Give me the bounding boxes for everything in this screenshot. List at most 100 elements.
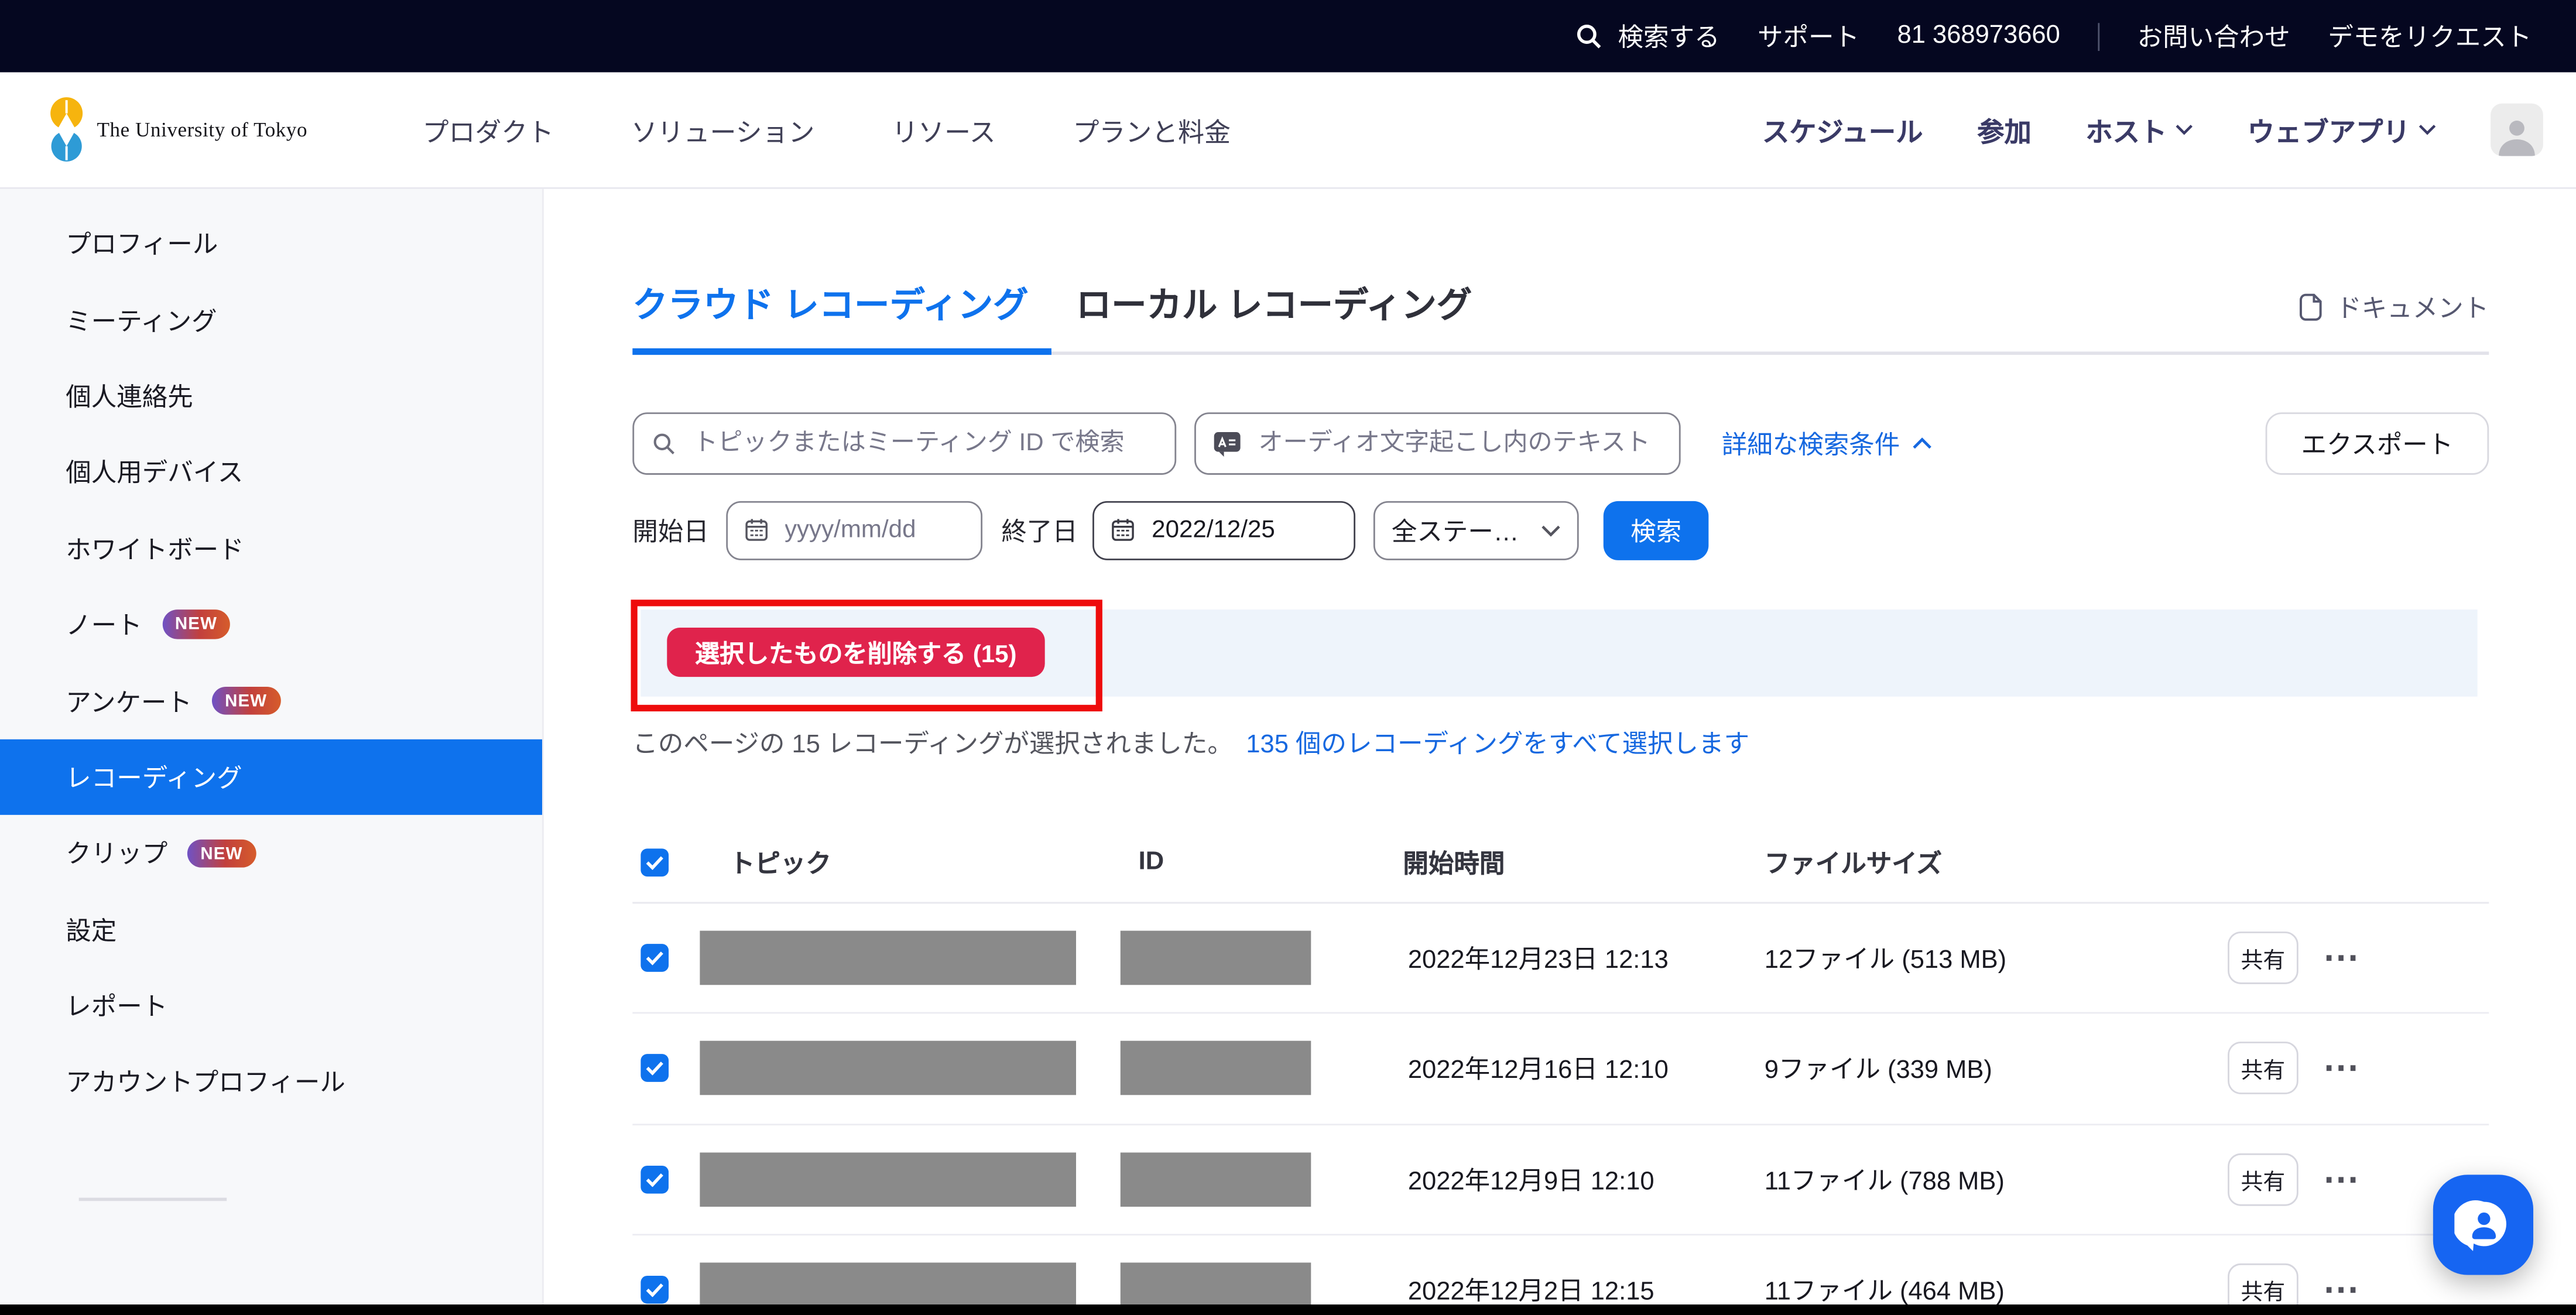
redacted-id xyxy=(1121,930,1311,985)
chevron-down-icon xyxy=(2419,123,2437,136)
file-size: 9ファイル (339 MB) xyxy=(1765,1050,1992,1087)
sidebar-item-contacts[interactable]: 個人連絡先 xyxy=(0,358,542,434)
zoom-web-portal: 検索する サポート 81 368973660 お問い合わせ デモをリクエスト T… xyxy=(0,0,2576,1315)
search-icon xyxy=(650,430,677,456)
topbar-divider xyxy=(2098,22,2099,50)
recordings-page: クラウド レコーディング ローカル レコーディング ドキュメント xyxy=(544,189,2576,1315)
sidebar-item-reports[interactable]: レポート xyxy=(0,968,542,1044)
topic-search-field[interactable] xyxy=(632,412,1176,474)
start-date-label: 開始日 xyxy=(632,512,709,548)
nav-resources[interactable]: リソース xyxy=(892,110,995,149)
support-link[interactable]: サポート xyxy=(1758,18,1859,54)
nav-join[interactable]: 参加 xyxy=(1977,110,2032,149)
recordings-table: トピック ID 開始時間 ファイルサイズ 2022年12月23日 12:13 1… xyxy=(632,822,2489,1315)
utokyo-ginkgo-icon xyxy=(49,95,84,165)
table-row: 2022年12月9日 12:10 11ファイル (788 MB) 共有 ⋯ xyxy=(632,1125,2489,1235)
more-options-icon[interactable]: ⋯ xyxy=(2323,1282,2359,1298)
transcript-search-input[interactable] xyxy=(1255,427,1663,458)
advanced-search-link[interactable]: 詳細な検索条件 xyxy=(1722,424,1931,461)
file-size: 11ファイル (464 MB) xyxy=(1765,1272,2005,1309)
nav-plans[interactable]: プランと料金 xyxy=(1073,110,1231,149)
status-dropdown[interactable]: 全ステータス xyxy=(1373,500,1579,559)
sidebar-item-account-profile[interactable]: アカウントプロフィール xyxy=(0,1044,542,1120)
share-button[interactable]: 共有 xyxy=(2228,1153,2298,1206)
export-button[interactable]: エクスポート xyxy=(2266,412,2489,474)
row-checkbox[interactable] xyxy=(640,1165,669,1193)
start-time: 2022年12月2日 12:15 xyxy=(1408,1272,1654,1309)
sidebar-item-settings[interactable]: 設定 xyxy=(0,891,542,967)
topic-search-input[interactable] xyxy=(690,427,1159,458)
start-time: 2022年12月23日 12:13 xyxy=(1408,939,1669,975)
nav-products[interactable]: プロダクト xyxy=(423,110,554,149)
sidebar-item-notes[interactable]: ノート NEW xyxy=(0,587,542,663)
end-date-field[interactable] xyxy=(1092,500,1355,559)
select-all-link[interactable]: 135 個のレコーディングをすべて選択します xyxy=(1246,724,1749,760)
sidebar-item-surveys[interactable]: アンケート NEW xyxy=(0,663,542,739)
more-options-icon[interactable]: ⋯ xyxy=(2323,1171,2359,1187)
sidebar-divider xyxy=(79,1198,227,1201)
documentation-link[interactable]: ドキュメント xyxy=(2298,289,2489,352)
nav-host-label: ホスト xyxy=(2085,110,2167,149)
row-checkbox[interactable] xyxy=(640,1276,669,1304)
tab-local-recordings[interactable]: ローカル レコーディング xyxy=(1076,278,1472,351)
redacted-topic xyxy=(700,1152,1076,1207)
search-icon xyxy=(1574,21,1604,51)
profile-avatar[interactable] xyxy=(2491,104,2543,156)
start-time: 2022年12月16日 12:10 xyxy=(1408,1050,1669,1087)
sidebar-item-profile[interactable]: プロフィール xyxy=(0,206,542,282)
main-navbar: The University of Tokyo プロダクト ソリューション リソ… xyxy=(0,72,2576,189)
redacted-topic xyxy=(700,1041,1076,1095)
tab-underline xyxy=(632,352,2489,354)
select-all-checkbox[interactable] xyxy=(640,848,669,876)
redacted-topic xyxy=(700,930,1076,985)
bulk-action-banner: 選択したものを削除する (15) xyxy=(640,609,2477,696)
filter-toolbar: 開始日 終了日 xyxy=(632,500,2489,559)
start-date-input[interactable] xyxy=(781,514,963,545)
transcript-search-field[interactable] xyxy=(1194,412,1681,474)
nav-host[interactable]: ホスト xyxy=(2085,110,2193,149)
calendar-icon xyxy=(1111,518,1135,542)
chevron-down-icon xyxy=(2175,123,2193,136)
sidebar-item-meetings[interactable]: ミーティング xyxy=(0,282,542,358)
file-size: 12ファイル (513 MB) xyxy=(1765,939,2006,975)
share-button[interactable]: 共有 xyxy=(2228,1042,2298,1095)
calendar-icon xyxy=(744,518,768,542)
sidebar-item-devices[interactable]: 個人用デバイス xyxy=(0,434,542,510)
delete-selected-button[interactable]: 選択したものを削除する (15) xyxy=(667,628,1044,677)
end-date-input[interactable] xyxy=(1149,514,1338,545)
tab-cloud-recordings[interactable]: クラウド レコーディング xyxy=(632,278,1028,351)
redacted-id xyxy=(1121,1152,1311,1207)
nav-schedule[interactable]: スケジュール xyxy=(1762,110,1923,149)
top-utility-bar: 検索する サポート 81 368973660 お問い合わせ デモをリクエスト xyxy=(0,0,2576,72)
end-date-label: 終了日 xyxy=(1001,512,1078,548)
more-options-icon[interactable]: ⋯ xyxy=(2323,949,2359,965)
sidebar-item-recordings[interactable]: レコーディング xyxy=(0,739,542,815)
nav-secondary: スケジュール 参加 ホスト ウェブアプリ xyxy=(1762,104,2543,156)
sidebar-item-clips[interactable]: クリップ NEW xyxy=(0,815,542,891)
request-demo-link[interactable]: デモをリクエスト xyxy=(2328,18,2532,54)
header-start-time: 開始時間 xyxy=(1403,844,1505,880)
start-date-field[interactable] xyxy=(725,500,982,559)
search-submit-button[interactable]: 検索 xyxy=(1604,500,1709,559)
chevron-up-icon xyxy=(1912,436,1931,449)
header-id: ID xyxy=(1139,847,1164,877)
sidebar-item-whiteboard[interactable]: ホワイトボード xyxy=(0,510,542,586)
row-checkbox[interactable] xyxy=(640,1054,669,1083)
sidebar: プロフィール ミーティング 個人連絡先 個人用デバイス ホワイトボード ノート … xyxy=(0,189,544,1315)
row-checkbox[interactable] xyxy=(640,943,669,971)
contact-link[interactable]: お問い合わせ xyxy=(2137,18,2290,54)
university-of-tokyo-logo[interactable]: The University of Tokyo xyxy=(49,95,307,165)
nav-webapp[interactable]: ウェブアプリ xyxy=(2248,110,2437,149)
nav-solutions[interactable]: ソリューション xyxy=(631,110,814,149)
table-row: 2022年12月16日 12:10 9ファイル (339 MB) 共有 ⋯ xyxy=(632,1013,2489,1124)
chevron-down-icon xyxy=(1541,523,1561,536)
more-options-icon[interactable]: ⋯ xyxy=(2323,1060,2359,1077)
search-label: 検索する xyxy=(1618,18,1719,54)
new-badge: NEW xyxy=(162,610,230,639)
file-size: 11ファイル (788 MB) xyxy=(1765,1161,2005,1197)
redacted-id xyxy=(1121,1041,1311,1095)
share-button[interactable]: 共有 xyxy=(2228,931,2298,984)
support-chat-button[interactable] xyxy=(2433,1174,2533,1275)
tabs: クラウド レコーディング ローカル レコーディング ドキュメント xyxy=(632,278,2489,351)
global-search[interactable]: 検索する xyxy=(1574,18,1720,54)
